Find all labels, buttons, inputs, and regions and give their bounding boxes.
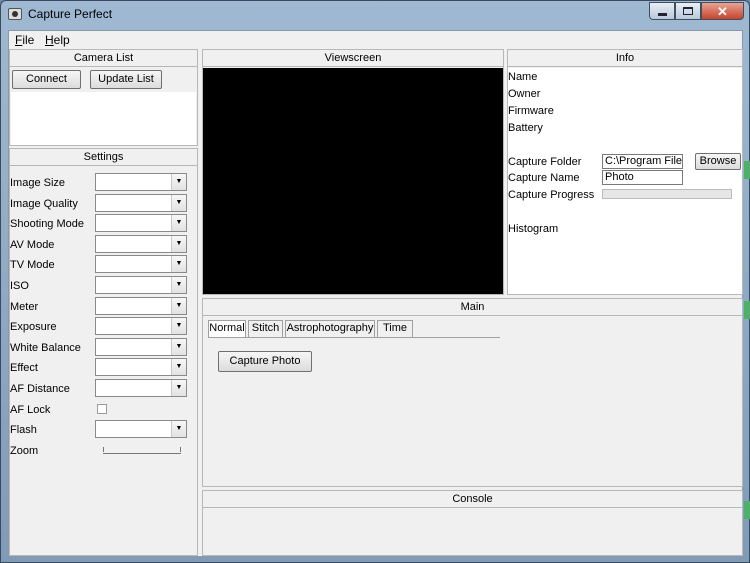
- flash-select[interactable]: ▼: [95, 420, 187, 438]
- chevron-down-icon[interactable]: ▼: [171, 380, 186, 396]
- console-panel: Console: [202, 490, 743, 556]
- capture-photo-button[interactable]: Capture Photo: [218, 351, 312, 372]
- meter-label: Meter: [10, 301, 39, 313]
- effect-label: Effect: [10, 362, 38, 374]
- app-window: Capture Perfect ✕ File Help Camera List …: [0, 0, 750, 563]
- shooting-mode-select[interactable]: ▼: [95, 214, 187, 232]
- main-panel: Main Normal Stitch Astrophotography Time…: [202, 298, 743, 487]
- chevron-down-icon[interactable]: ▼: [171, 195, 186, 211]
- tv-mode-select[interactable]: ▼: [95, 255, 187, 273]
- tv-mode-label: TV Mode: [10, 259, 55, 271]
- tab-stitch[interactable]: Stitch: [248, 320, 283, 337]
- info-panel: Info Name Owner Firmware Battery Capture…: [507, 49, 743, 295]
- chevron-down-icon[interactable]: ▼: [171, 215, 186, 231]
- chevron-down-icon[interactable]: ▼: [171, 421, 186, 437]
- image-size-label: Image Size: [10, 177, 66, 189]
- camera-list-panel: Camera List Connect Update List: [9, 49, 198, 146]
- image-quality-label: Image Quality: [10, 198, 78, 210]
- chevron-down-icon[interactable]: ▼: [171, 236, 186, 252]
- client-area: File Help Camera List Connect Update Lis…: [8, 30, 743, 557]
- tab-astrophotography[interactable]: Astrophotography: [285, 320, 375, 337]
- camera-name-label: Name: [508, 71, 538, 83]
- close-icon: ✕: [717, 3, 728, 19]
- viewscreen-header: Viewscreen: [203, 50, 503, 67]
- chevron-down-icon[interactable]: ▼: [171, 174, 186, 190]
- chevron-down-icon[interactable]: ▼: [171, 277, 186, 293]
- edge-accent: [744, 161, 750, 179]
- chevron-down-icon[interactable]: ▼: [171, 339, 186, 355]
- edge-accent: [744, 501, 750, 519]
- chevron-down-icon[interactable]: ▼: [171, 359, 186, 375]
- menu-file[interactable]: File: [15, 33, 34, 47]
- minimize-button[interactable]: [649, 2, 675, 20]
- white-balance-label: White Balance: [10, 342, 81, 354]
- window-title: Capture Perfect: [28, 7, 113, 21]
- maximize-button[interactable]: [675, 2, 701, 20]
- zoom-slider[interactable]: [103, 453, 181, 454]
- image-quality-select[interactable]: ▼: [95, 194, 187, 212]
- tab-time[interactable]: Time: [377, 320, 413, 337]
- camera-firmware-label: Firmware: [508, 105, 554, 117]
- white-balance-select[interactable]: ▼: [95, 338, 187, 356]
- live-view: [203, 68, 503, 294]
- camera-list-box[interactable]: [11, 92, 196, 145]
- viewscreen-panel: Viewscreen: [202, 49, 504, 295]
- maximize-icon: [683, 7, 693, 15]
- meter-select[interactable]: ▼: [95, 297, 187, 315]
- connect-button[interactable]: Connect: [12, 70, 81, 89]
- settings-panel: Settings Image Size ▼ Image Quality ▼ Sh…: [9, 148, 198, 556]
- exposure-label: Exposure: [10, 321, 57, 333]
- title-bar[interactable]: Capture Perfect ✕: [1, 1, 749, 29]
- camera-icon: [8, 8, 22, 20]
- capture-folder-input[interactable]: C:\Program Files: [602, 154, 683, 169]
- minimize-icon: [657, 12, 667, 16]
- zoom-slider-tick: [180, 447, 181, 452]
- capture-name-label: Capture Name: [508, 172, 580, 184]
- close-button[interactable]: ✕: [701, 2, 744, 20]
- effect-select[interactable]: ▼: [95, 358, 187, 376]
- af-distance-select[interactable]: ▼: [95, 379, 187, 397]
- settings-header: Settings: [10, 149, 197, 166]
- camera-battery-label: Battery: [508, 122, 543, 134]
- capture-progress-bar: [602, 189, 732, 199]
- zoom-label: Zoom: [10, 445, 39, 457]
- av-mode-select[interactable]: ▼: [95, 235, 187, 253]
- capture-progress-label: Capture Progress: [508, 189, 595, 201]
- update-list-button[interactable]: Update List: [90, 70, 162, 89]
- flash-label: Flash: [10, 424, 37, 436]
- edge-accent: [744, 301, 750, 319]
- iso-label: ISO: [10, 280, 29, 292]
- af-distance-label: AF Distance: [10, 383, 70, 395]
- normal-tab-panel: Capture Photo: [208, 337, 500, 484]
- histogram-label: Histogram: [508, 223, 559, 235]
- info-header: Info: [508, 50, 742, 67]
- menu-bar: File Help: [9, 31, 742, 48]
- browse-button[interactable]: Browse: [695, 153, 741, 170]
- tab-normal[interactable]: Normal: [208, 320, 246, 338]
- chevron-down-icon[interactable]: ▼: [171, 318, 186, 334]
- camera-owner-label: Owner: [508, 88, 541, 100]
- av-mode-label: AV Mode: [10, 239, 55, 251]
- menu-help[interactable]: Help: [45, 33, 70, 47]
- iso-select[interactable]: ▼: [95, 276, 187, 294]
- capture-name-input[interactable]: Photo: [602, 170, 683, 185]
- af-lock-label: AF Lock: [10, 404, 51, 416]
- shooting-mode-label: Shooting Mode: [10, 218, 84, 230]
- camera-list-header: Camera List: [10, 50, 197, 67]
- main-header: Main: [203, 299, 742, 316]
- console-output[interactable]: [203, 509, 742, 555]
- chevron-down-icon[interactable]: ▼: [171, 298, 186, 314]
- console-header: Console: [203, 491, 742, 508]
- capture-folder-label: Capture Folder: [508, 156, 582, 168]
- image-size-select[interactable]: ▼: [95, 173, 187, 191]
- exposure-select[interactable]: ▼: [95, 317, 187, 335]
- zoom-slider-thumb[interactable]: [103, 447, 104, 452]
- chevron-down-icon[interactable]: ▼: [171, 256, 186, 272]
- af-lock-checkbox[interactable]: [97, 404, 107, 414]
